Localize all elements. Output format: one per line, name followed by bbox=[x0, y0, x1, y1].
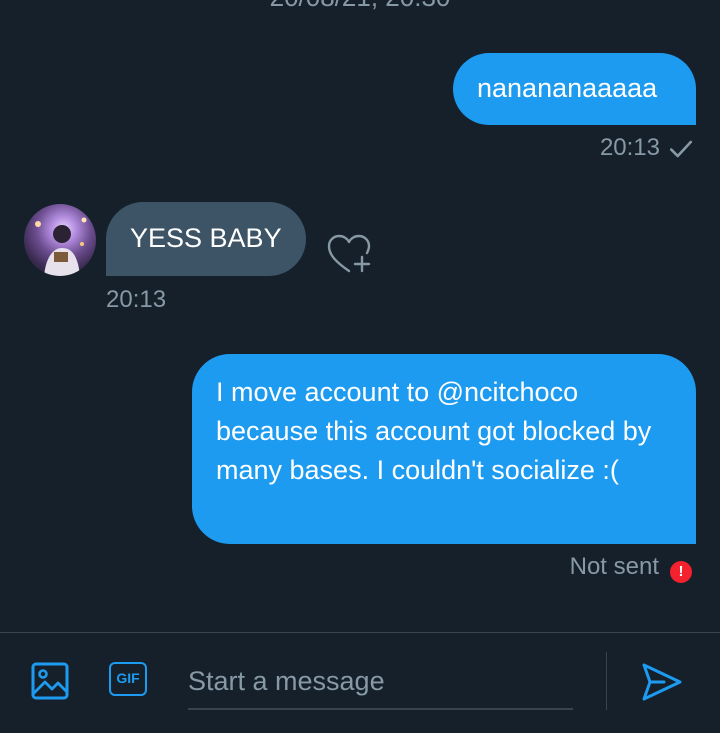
sent-message-bubble[interactable]: I move account to @ncitchoco because thi… bbox=[192, 354, 696, 544]
avatar[interactable] bbox=[24, 204, 96, 276]
send-icon[interactable] bbox=[640, 660, 684, 704]
gif-button[interactable]: GIF bbox=[109, 662, 147, 696]
check-icon bbox=[669, 140, 693, 158]
sent-message-bubble[interactable]: nanananaaaaa bbox=[453, 53, 696, 125]
message-status[interactable]: Not sent bbox=[570, 553, 659, 581]
image-icon[interactable] bbox=[30, 661, 70, 701]
message-input[interactable] bbox=[188, 654, 573, 710]
date-header: 20/08/21, 20:30 bbox=[0, 0, 720, 13]
error-icon[interactable]: ! bbox=[670, 561, 692, 583]
received-message-bubble[interactable]: YESS BABY bbox=[106, 202, 306, 276]
avatar-image bbox=[35, 217, 87, 276]
message-timestamp: 20:13 bbox=[599, 134, 660, 161]
heart-plus-icon[interactable] bbox=[326, 233, 372, 275]
message-timestamp: 20:13 bbox=[106, 286, 167, 313]
composer-divider bbox=[606, 652, 607, 710]
